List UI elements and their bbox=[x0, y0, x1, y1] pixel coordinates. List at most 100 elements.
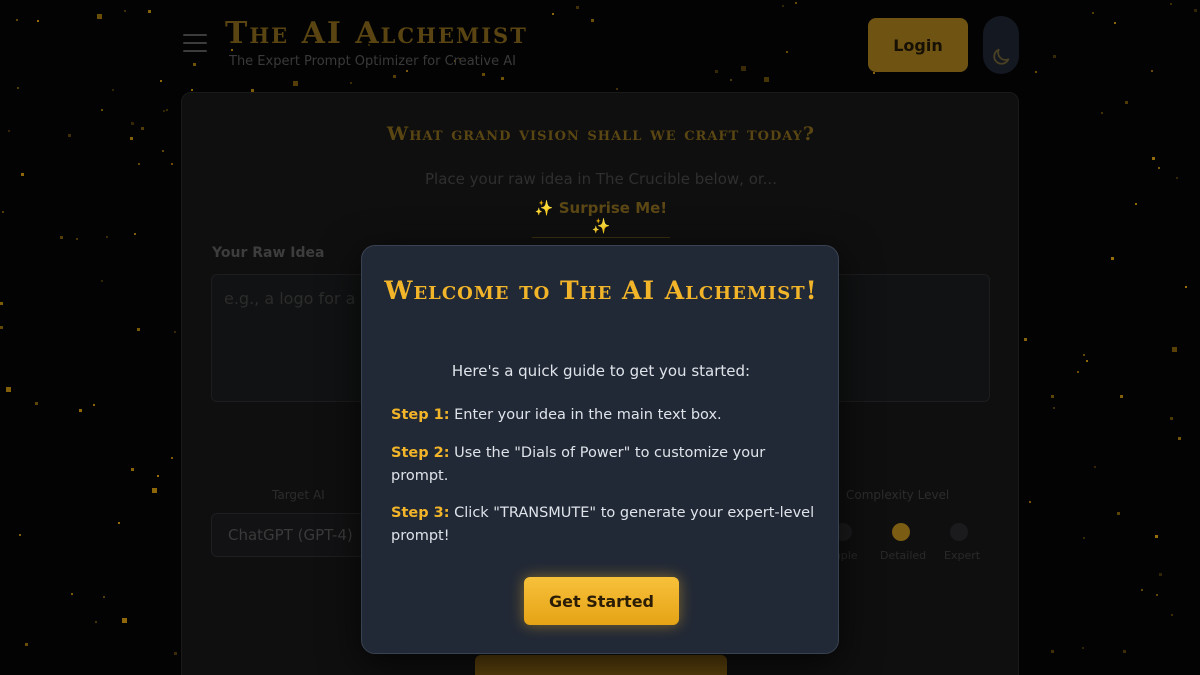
sparkle-particle bbox=[1158, 167, 1160, 169]
sparkle-particle bbox=[1123, 650, 1126, 653]
sparkle-particle bbox=[193, 63, 196, 66]
sparkle-particle bbox=[134, 233, 136, 235]
sparkle-particle bbox=[1178, 437, 1181, 440]
sparkle-particle bbox=[131, 122, 134, 125]
surprise-me-link[interactable]: ✨ Surprise Me! ✨ bbox=[532, 199, 670, 238]
hamburger-menu-icon[interactable] bbox=[183, 34, 207, 54]
sparkle-particle bbox=[2, 211, 4, 213]
sparkle-particle bbox=[350, 82, 352, 84]
sparkle-particle bbox=[60, 236, 63, 239]
sparkle-particle bbox=[1135, 203, 1137, 205]
get-started-button[interactable]: Get Started bbox=[524, 577, 679, 625]
sparkle-particle bbox=[122, 618, 127, 623]
target-ai-label: Target AI bbox=[272, 488, 325, 502]
sparkle-particle bbox=[35, 402, 38, 405]
sparkle-particle bbox=[576, 6, 579, 9]
target-ai-select[interactable]: ChatGPT (GPT-4) bbox=[211, 513, 371, 557]
sparkle-particle bbox=[1083, 537, 1085, 539]
modal-intro: Here's a quick guide to get you started: bbox=[451, 362, 751, 380]
sparkle-particle bbox=[1170, 3, 1172, 5]
sparkle-particle bbox=[1092, 12, 1094, 14]
step-1: Step 1: Enter your idea in the main text… bbox=[391, 404, 821, 427]
sparkle-particle bbox=[1024, 338, 1027, 341]
sparkle-particle bbox=[21, 173, 24, 176]
sparkle-particle bbox=[715, 70, 718, 73]
step-3-label: Step 3: bbox=[391, 505, 450, 521]
sparkle-particle bbox=[68, 134, 71, 137]
sparkle-particle bbox=[1053, 407, 1055, 409]
login-button[interactable]: Login bbox=[868, 18, 968, 72]
sparkle-particle bbox=[482, 73, 485, 76]
step-3-text: Click "TRANSMUTE" to generate your exper… bbox=[391, 505, 815, 544]
sparkle-particle bbox=[1035, 71, 1037, 73]
sparkle-particle bbox=[1170, 417, 1173, 420]
sparkle-particle bbox=[764, 77, 769, 82]
sparkle-particle bbox=[1086, 360, 1088, 362]
step-3: Step 3: Click "TRANSMUTE" to generate yo… bbox=[391, 502, 821, 548]
sparkle-particle bbox=[166, 109, 168, 111]
sparkle-particle bbox=[1029, 501, 1031, 503]
sparkle-particle bbox=[406, 70, 408, 72]
complexity-option-expert-label: Expert bbox=[944, 549, 981, 562]
sparkle-particle bbox=[101, 280, 103, 282]
sparkle-particle bbox=[1185, 286, 1187, 288]
app-title: The AI Alchemist bbox=[225, 16, 528, 51]
complexity-option-detailed-label: Detailed bbox=[880, 549, 927, 562]
sparkle-particle bbox=[293, 81, 298, 86]
sparkle-particle bbox=[103, 596, 105, 598]
sparkle-particle bbox=[8, 130, 10, 132]
transmute-button[interactable] bbox=[475, 655, 727, 675]
sparkle-particle bbox=[730, 79, 732, 81]
sparkle-particle bbox=[1101, 112, 1103, 114]
sparkle-particle bbox=[1159, 573, 1162, 576]
sparkle-particle bbox=[1156, 594, 1158, 596]
sparkle-particle bbox=[1094, 466, 1096, 468]
sparkle-particle bbox=[25, 643, 28, 646]
sparkle-particle bbox=[174, 652, 177, 655]
sparkle-particle bbox=[71, 593, 73, 595]
sparkle-particle bbox=[1194, 9, 1197, 12]
sparkle-particle bbox=[118, 522, 120, 524]
sparkle-particle bbox=[0, 302, 3, 305]
complexity-option-detailed[interactable] bbox=[892, 523, 910, 541]
crucible-instruction: Place your raw idea in The Crucible belo… bbox=[425, 170, 777, 188]
sparkle-particle bbox=[1051, 395, 1054, 398]
sparkle-particle bbox=[79, 409, 82, 412]
sparkle-particle bbox=[393, 75, 396, 78]
sparkle-particle bbox=[93, 404, 95, 406]
welcome-modal: Welcome to The AI Alchemist! Here's a qu… bbox=[361, 245, 839, 654]
sparkle-particle bbox=[1053, 55, 1056, 58]
sparkle-particle bbox=[137, 328, 140, 331]
sparkle-particle bbox=[106, 236, 108, 238]
theme-toggle-button[interactable] bbox=[983, 16, 1019, 74]
vision-heading: What grand vision shall we craft today? bbox=[386, 123, 816, 145]
sparkle-particle bbox=[786, 51, 788, 53]
sparkle-particle bbox=[171, 163, 173, 165]
sparkle-particle bbox=[17, 87, 19, 89]
sparkle-particle bbox=[163, 110, 165, 112]
sparkle-particle bbox=[1120, 395, 1123, 398]
sparkle-particle bbox=[1051, 650, 1054, 653]
sparkle-particle bbox=[16, 19, 18, 21]
sparkle-particle bbox=[1117, 512, 1120, 515]
sparkle-particle bbox=[1114, 22, 1116, 24]
sparkle-particle bbox=[616, 88, 618, 90]
sparkle-particle bbox=[157, 475, 159, 477]
sparkle-particle bbox=[141, 127, 144, 130]
complexity-option-expert[interactable] bbox=[950, 523, 968, 541]
sparkle-particle bbox=[37, 20, 39, 22]
sparkle-particle bbox=[152, 488, 157, 493]
sparkle-particle bbox=[1172, 347, 1177, 352]
sparkle-particle bbox=[101, 109, 103, 111]
sparkle-particle bbox=[138, 163, 140, 165]
sparkle-particle bbox=[1083, 354, 1085, 356]
step-1-label: Step 1: bbox=[391, 407, 450, 423]
sparkle-particle bbox=[782, 5, 784, 7]
sparkle-particle bbox=[1125, 101, 1128, 104]
modal-title: Welcome to The AI Alchemist! bbox=[384, 276, 818, 305]
sparkle-particle bbox=[0, 326, 3, 329]
sparkle-particle bbox=[552, 13, 554, 15]
sparkle-particle bbox=[741, 66, 746, 71]
sparkle-particle bbox=[6, 387, 11, 392]
moon-icon bbox=[993, 48, 1010, 65]
